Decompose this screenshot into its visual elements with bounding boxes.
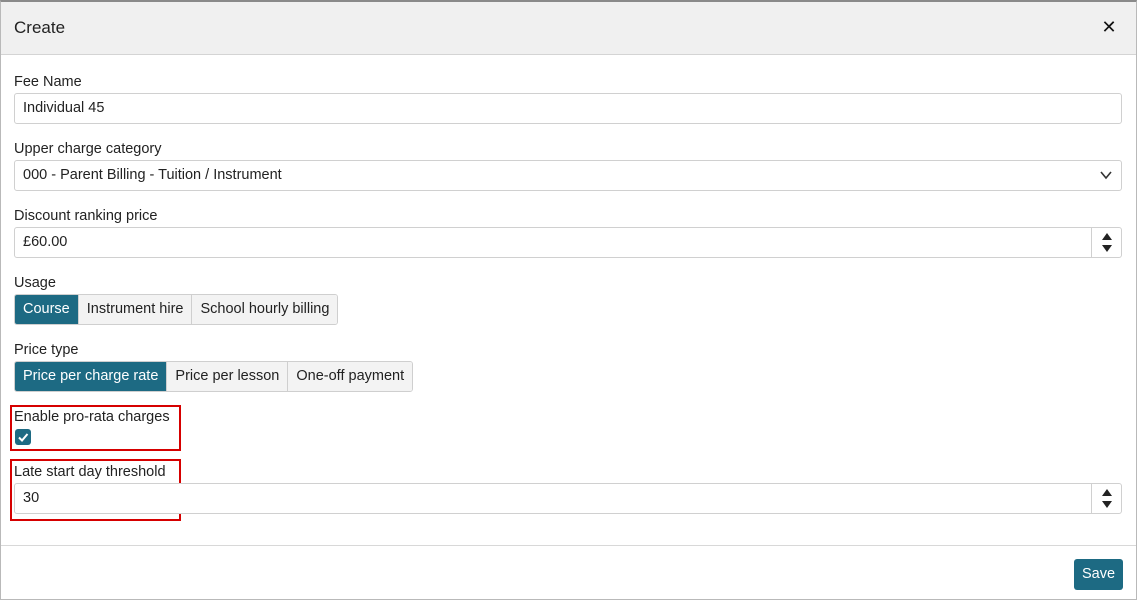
usage-segmented-control: Course Instrument hire School hourly bil… <box>14 294 339 325</box>
spin-up-icon[interactable] <box>1102 233 1112 240</box>
enable-pro-rata-label: Enable pro-rata charges <box>14 409 170 425</box>
fee-name-input[interactable]: Individual 45 <box>14 93 1122 124</box>
number-spinner[interactable] <box>1091 484 1121 513</box>
dialog-header: Create ✕ <box>1 2 1136 55</box>
price-type-label: Price type <box>14 342 79 358</box>
late-start-day-threshold-value: 30 <box>23 490 40 506</box>
price-type-option-per-lesson[interactable]: Price per lesson <box>167 362 289 391</box>
dialog-title: Create <box>14 18 66 37</box>
upper-charge-category-select[interactable]: 000 - Parent Billing - Tuition / Instrum… <box>14 160 1122 191</box>
usage-option-course[interactable]: Course <box>15 295 79 324</box>
usage-option-school-hourly-billing[interactable]: School hourly billing <box>192 295 338 324</box>
close-icon[interactable]: ✕ <box>1100 18 1118 36</box>
footer-divider <box>1 545 1136 546</box>
fee-name-label: Fee Name <box>14 74 82 90</box>
discount-ranking-price-label: Discount ranking price <box>14 208 158 224</box>
late-start-day-threshold-input[interactable]: 30 <box>14 483 1122 514</box>
discount-ranking-price-value: £60.00 <box>23 234 68 250</box>
price-type-segmented-control: Price per charge rate Price per lesson O… <box>14 361 414 392</box>
price-type-option-one-off[interactable]: One-off payment <box>288 362 413 391</box>
checkmark-icon <box>18 433 29 442</box>
upper-charge-category-label: Upper charge category <box>14 141 162 157</box>
discount-ranking-price-input[interactable]: £60.00 <box>14 227 1122 258</box>
price-type-option-charge-rate[interactable]: Price per charge rate <box>15 362 168 391</box>
usage-option-instrument-hire[interactable]: Instrument hire <box>78 295 193 324</box>
late-start-day-threshold-label: Late start day threshold <box>14 464 166 480</box>
upper-charge-category-value: 000 - Parent Billing - Tuition / Instrum… <box>23 167 282 183</box>
spin-down-icon[interactable] <box>1102 245 1112 252</box>
enable-pro-rata-checkbox[interactable] <box>15 429 31 445</box>
spin-down-icon[interactable] <box>1102 501 1112 508</box>
spin-up-icon[interactable] <box>1102 489 1112 496</box>
number-spinner[interactable] <box>1091 228 1121 257</box>
usage-label: Usage <box>14 275 56 291</box>
chevron-down-icon <box>1100 171 1112 180</box>
save-button[interactable]: Save <box>1074 559 1123 590</box>
create-dialog: Create ✕ Fee Name Individual 45 Upper ch… <box>0 0 1137 600</box>
